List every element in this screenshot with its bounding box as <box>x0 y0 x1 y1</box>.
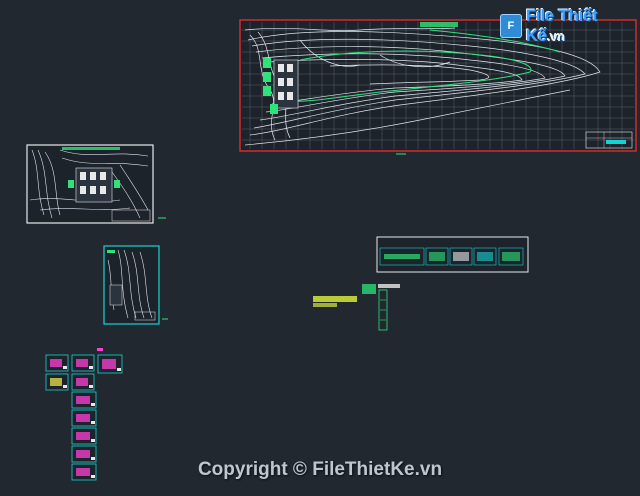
elevation-sheets-group[interactable] <box>376 236 529 273</box>
detail-sheet-1[interactable] <box>45 354 69 372</box>
layout-plan-buildings <box>68 167 120 203</box>
logo-domain-text: .vn <box>546 29 565 44</box>
layout-plan-sheet[interactable] <box>26 144 166 224</box>
section-detail-building <box>109 284 123 306</box>
site-plan-title-bar <box>420 22 458 27</box>
legend-column[interactable] <box>362 284 400 331</box>
detail-sheet-4[interactable] <box>45 373 69 391</box>
section-detail-sheet[interactable] <box>103 245 168 325</box>
layout-plan-title-bar <box>62 147 120 150</box>
file-logo-icon: F <box>500 14 522 38</box>
detail-sheet-5[interactable] <box>71 373 95 391</box>
detail-sheet-2[interactable] <box>71 354 95 372</box>
detail-sheet-7[interactable] <box>71 409 97 427</box>
filethietke-logo: F File Thiết Kế.vn <box>500 6 640 45</box>
cad-drawing-canvas[interactable] <box>0 0 640 496</box>
detail-sheet-3[interactable] <box>97 354 123 374</box>
detail-sheet-6[interactable] <box>71 391 97 409</box>
section-detail-label <box>107 250 115 253</box>
detail-cluster-marker <box>97 348 103 351</box>
notes-table[interactable] <box>313 296 357 307</box>
copyright-watermark: Copyright © FileThietKe.vn <box>197 459 443 480</box>
detail-sheet-8[interactable] <box>71 427 97 445</box>
